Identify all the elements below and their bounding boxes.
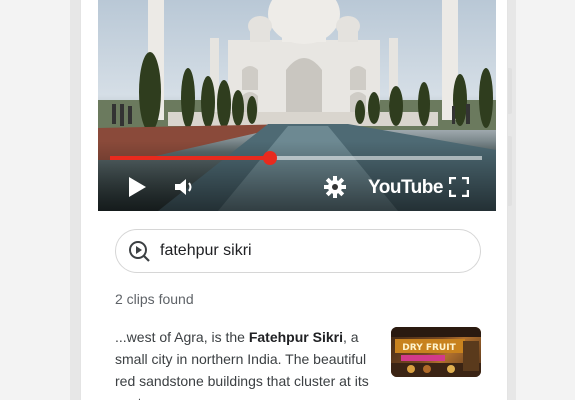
- results-count: 2 clips found: [115, 291, 194, 307]
- video-progress-fill: [110, 156, 270, 160]
- phone-side-button: [508, 136, 512, 206]
- video-player[interactable]: YouTube: [98, 0, 496, 211]
- result-thumbnail[interactable]: DRY FRUIT: [391, 327, 481, 377]
- result-snippet[interactable]: ...west of Agra, is the Fatehpur Sikri, …: [115, 326, 380, 400]
- youtube-logo[interactable]: YouTube: [368, 177, 443, 199]
- stage: YouTube fatehpur sikri 2 clips found ...…: [0, 0, 575, 400]
- video-controls-shade: [98, 141, 496, 211]
- settings-button[interactable]: [322, 174, 348, 200]
- volume-button[interactable]: [172, 174, 198, 200]
- snippet-text-before: ...west of Agra, is the: [115, 329, 249, 345]
- play-icon: [129, 177, 146, 197]
- fullscreen-button[interactable]: [446, 174, 472, 200]
- search-query: fatehpur sikri: [160, 242, 252, 259]
- snippet-highlight: Fatehpur Sikri: [248, 329, 343, 345]
- thumbnail-image: DRY FRUIT: [391, 327, 481, 377]
- phone-side-button: [508, 68, 512, 114]
- thumbnail-sign-text: DRY FRUIT: [402, 343, 456, 353]
- video-progress-bar[interactable]: [110, 151, 482, 165]
- video-scrubber-handle[interactable]: [263, 151, 277, 165]
- play-button[interactable]: [124, 174, 150, 200]
- volume-icon: [175, 179, 192, 195]
- fullscreen-icon: [449, 177, 469, 197]
- search-clip-icon: [129, 241, 150, 262]
- search-input[interactable]: fatehpur sikri: [115, 229, 481, 273]
- settings-gear-icon: [324, 176, 346, 198]
